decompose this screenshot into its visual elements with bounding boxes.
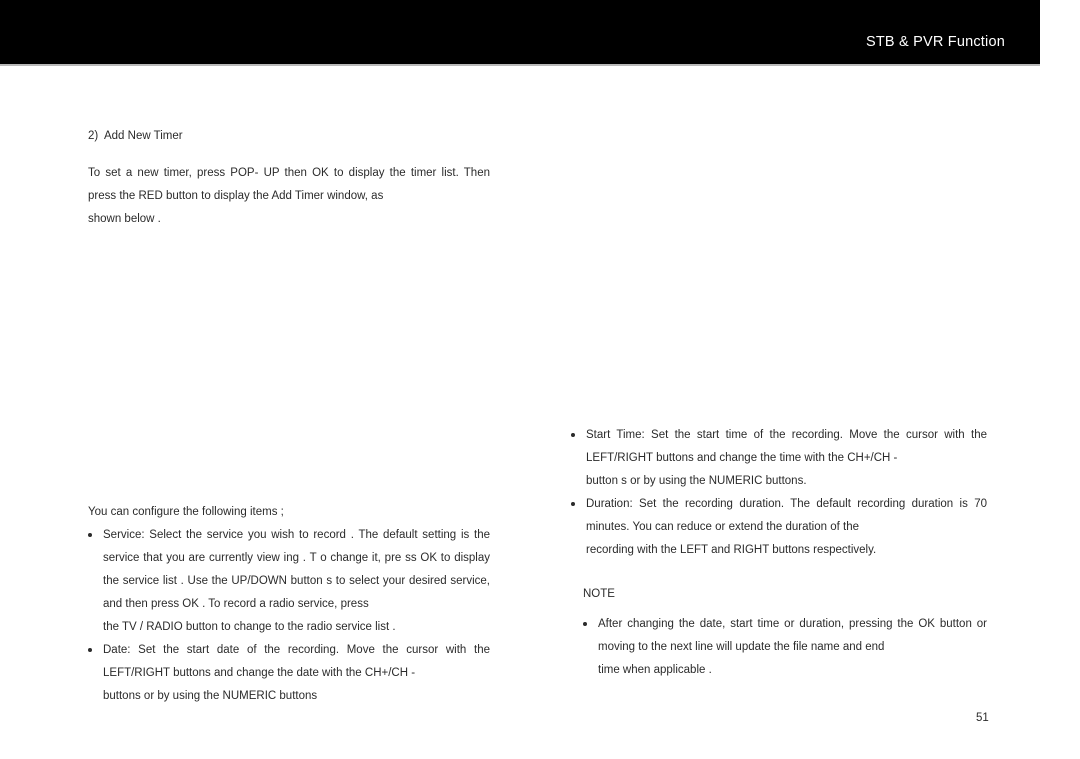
- list-item-tail: buttons or by using the NUMERIC buttons: [103, 690, 318, 702]
- list-item-text: Service: Select the service you wish to …: [103, 529, 490, 610]
- list-item: Duration: Set the recording duration. Th…: [571, 493, 987, 562]
- bullet-dot-icon: [88, 533, 92, 537]
- page-number: 51: [976, 712, 989, 724]
- bullet-dot-icon: [583, 622, 587, 626]
- bullet-dot-icon: [571, 433, 575, 437]
- list-item-tail: recording with the LEFT and RIGHT button…: [586, 544, 877, 556]
- intro-paragraph: To set a new timer, press POP- UP then O…: [88, 162, 490, 231]
- page-header-bar: [0, 0, 1040, 64]
- list-item-text: Duration: Set the recording duration. Th…: [586, 498, 987, 533]
- left-bullet-list: Service: Select the service you wish to …: [88, 524, 490, 708]
- list-item: After changing the date, start time or d…: [583, 613, 987, 682]
- note-block: NOTE After changing the date, start time…: [583, 586, 987, 682]
- header-title: STB & PVR Function: [866, 34, 1005, 50]
- list-item-text: After changing the date, start time or d…: [598, 618, 987, 653]
- list-item-tail: the TV / RADIO button to change to the r…: [103, 621, 396, 633]
- right-text-column: Start Time: Set the start time of the re…: [571, 424, 987, 562]
- header-divider: [0, 64, 1040, 66]
- bullet-dot-icon: [571, 502, 575, 506]
- list-item-tail: time when applicable .: [598, 664, 712, 676]
- intro-paragraph-body: To set a new timer, press POP- UP then O…: [88, 167, 490, 202]
- bullet-dot-icon: [88, 648, 92, 652]
- list-item: Service: Select the service you wish to …: [88, 524, 490, 639]
- list-item-text: Date: Set the start date of the recordin…: [103, 644, 490, 679]
- list-item: Date: Set the start date of the recordin…: [88, 639, 490, 708]
- intro-paragraph-lastline: shown below .: [88, 213, 161, 225]
- section-heading-add-new-timer: 2) Add New Timer: [88, 130, 183, 142]
- right-bullet-list: Start Time: Set the start time of the re…: [571, 424, 987, 562]
- list-item-text: Start Time: Set the start time of the re…: [586, 429, 987, 464]
- left-text-column: 2) Add New Timer To set a new timer, pre…: [88, 128, 490, 708]
- note-heading: NOTE: [583, 588, 615, 600]
- list-item-tail: button s or by using the NUMERIC buttons…: [586, 475, 807, 487]
- list-item: Start Time: Set the start time of the re…: [571, 424, 987, 493]
- note-bullet-list: After changing the date, start time or d…: [583, 613, 987, 682]
